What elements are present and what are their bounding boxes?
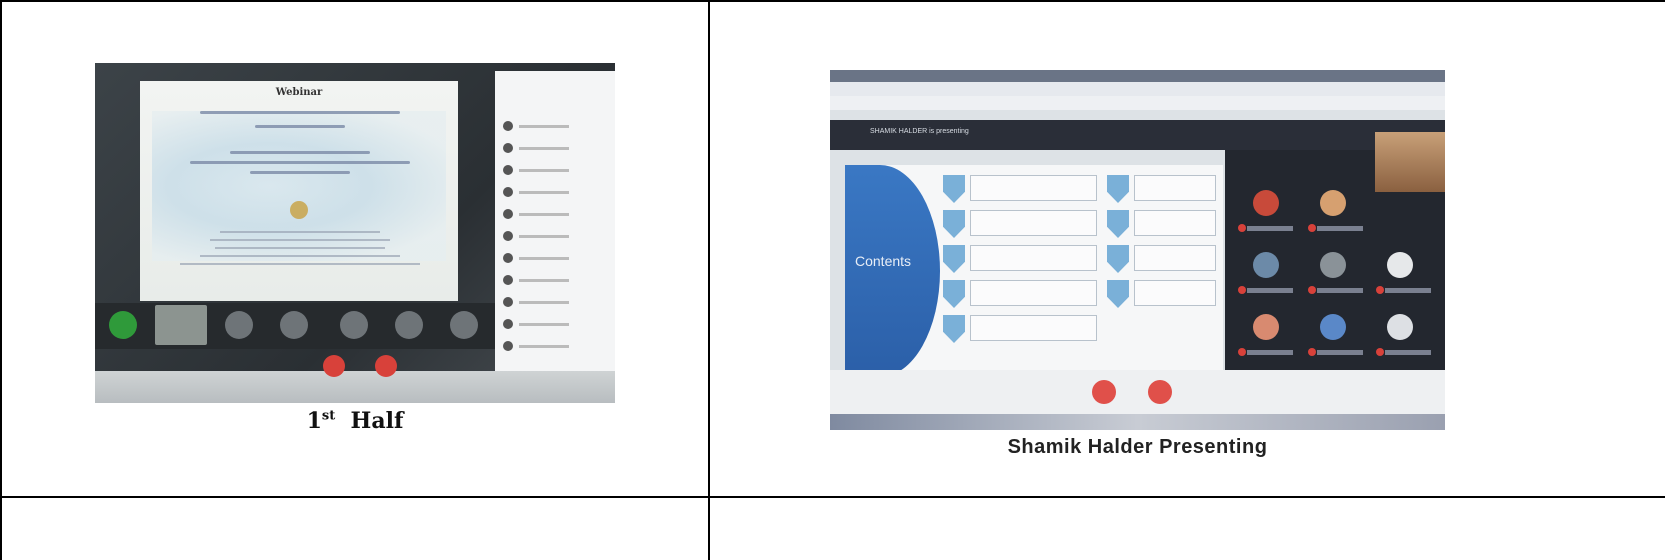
slide-date-line [255,125,345,128]
participant-tile [155,305,207,345]
slide-dept-line [230,151,370,154]
contents-item [1134,210,1216,236]
presenting-label: SHAMIK HALDER is presenting [870,128,969,135]
participant-avatar [1387,314,1413,340]
participant-row [503,165,603,177]
participant-row [503,253,603,265]
participant-row [503,143,603,155]
contents-slide: Contents [845,165,1223,377]
webinar-screenshot-photo: Webinar [95,63,615,403]
desk-surface [830,414,1445,430]
browser-url-bar [830,82,1445,96]
participant-row [503,121,603,133]
participant-tile [450,311,478,339]
participant-name-tag [1376,348,1431,356]
caption-first-half: 1st Half [95,408,615,434]
college-logo-icon [290,201,308,219]
participant-row [503,341,603,353]
slide-heading: Contents [855,253,912,269]
participant-name-tag [1308,348,1363,356]
contents-item [1134,175,1216,201]
participant-name-tag [1238,224,1293,232]
presenter-camera-tile [1375,132,1445,192]
participant-name-tag [1376,286,1431,294]
chevron-down-icon [943,175,965,203]
table-cell-first-half: Webinar 1st Half [0,0,708,496]
meet-presenting-bar [830,120,1445,150]
browser-tabs [830,70,1445,82]
slide-text-line [200,255,400,257]
participant-row [503,187,603,199]
presentation-screenshot-photo: SHAMIK HALDER is presenting Contents [830,70,1445,430]
participant-avatar [1253,252,1279,278]
participant-avatar [1253,190,1279,216]
slide-text-line [220,231,380,233]
contents-item [1134,280,1216,306]
caption-presenting: Shamik Halder Presenting [1007,436,1268,458]
participant-row [503,231,603,243]
participant-row [503,319,603,331]
contents-item [970,175,1097,201]
contents-item [970,280,1097,306]
browser-bookmarks-bar [830,96,1445,110]
mic-off-icon [1092,380,1116,404]
participant-tile [109,311,137,339]
camera-off-icon [1148,380,1172,404]
chevron-down-icon [1107,245,1129,273]
meet-controls-bar [95,371,615,403]
chevron-down-icon [943,210,965,238]
participant-name-tag [1308,224,1363,232]
slide-title: Webinar [275,87,323,98]
contents-item [970,210,1097,236]
participants-panel [495,71,615,371]
slide-text-line [215,247,385,249]
participant-avatar [1253,314,1279,340]
participant-row [503,209,603,221]
slide-heading-line [200,111,400,114]
participant-name-tag [1238,286,1293,294]
participant-avatar [1387,252,1413,278]
table-row-divider [0,496,1665,498]
slide-blue-panel [845,165,940,377]
caption-number: 1 [306,408,322,434]
caption-ordinal-suffix: st [321,408,336,424]
slide-text-line [180,263,420,265]
participant-tile [225,311,253,339]
chevron-down-icon [1107,175,1129,203]
contents-item [1134,245,1216,271]
chevron-down-icon [1107,210,1129,238]
mic-off-icon [323,355,345,377]
participant-avatar [1320,252,1346,278]
slide-dept-line [190,161,410,164]
participant-tile [340,311,368,339]
participant-name-tag [1308,286,1363,294]
participant-tile [280,311,308,339]
slide-dept-line [250,171,350,174]
chevron-down-icon [1107,280,1129,308]
slide-text-line [210,239,390,241]
chevron-down-icon [943,315,965,343]
participant-avatar [1320,190,1346,216]
participant-tile [395,311,423,339]
chevron-down-icon [943,245,965,273]
camera-off-icon [375,355,397,377]
participant-row [503,275,603,287]
participant-name-tag [1238,348,1293,356]
chevron-down-icon [943,280,965,308]
webinar-slide: Webinar [140,81,458,301]
contents-item [970,245,1097,271]
contents-item [970,315,1097,341]
meet-controls-bar [830,370,1445,414]
caption-word: Half [350,408,404,434]
participant-row [503,297,603,309]
participant-avatar [1320,314,1346,340]
